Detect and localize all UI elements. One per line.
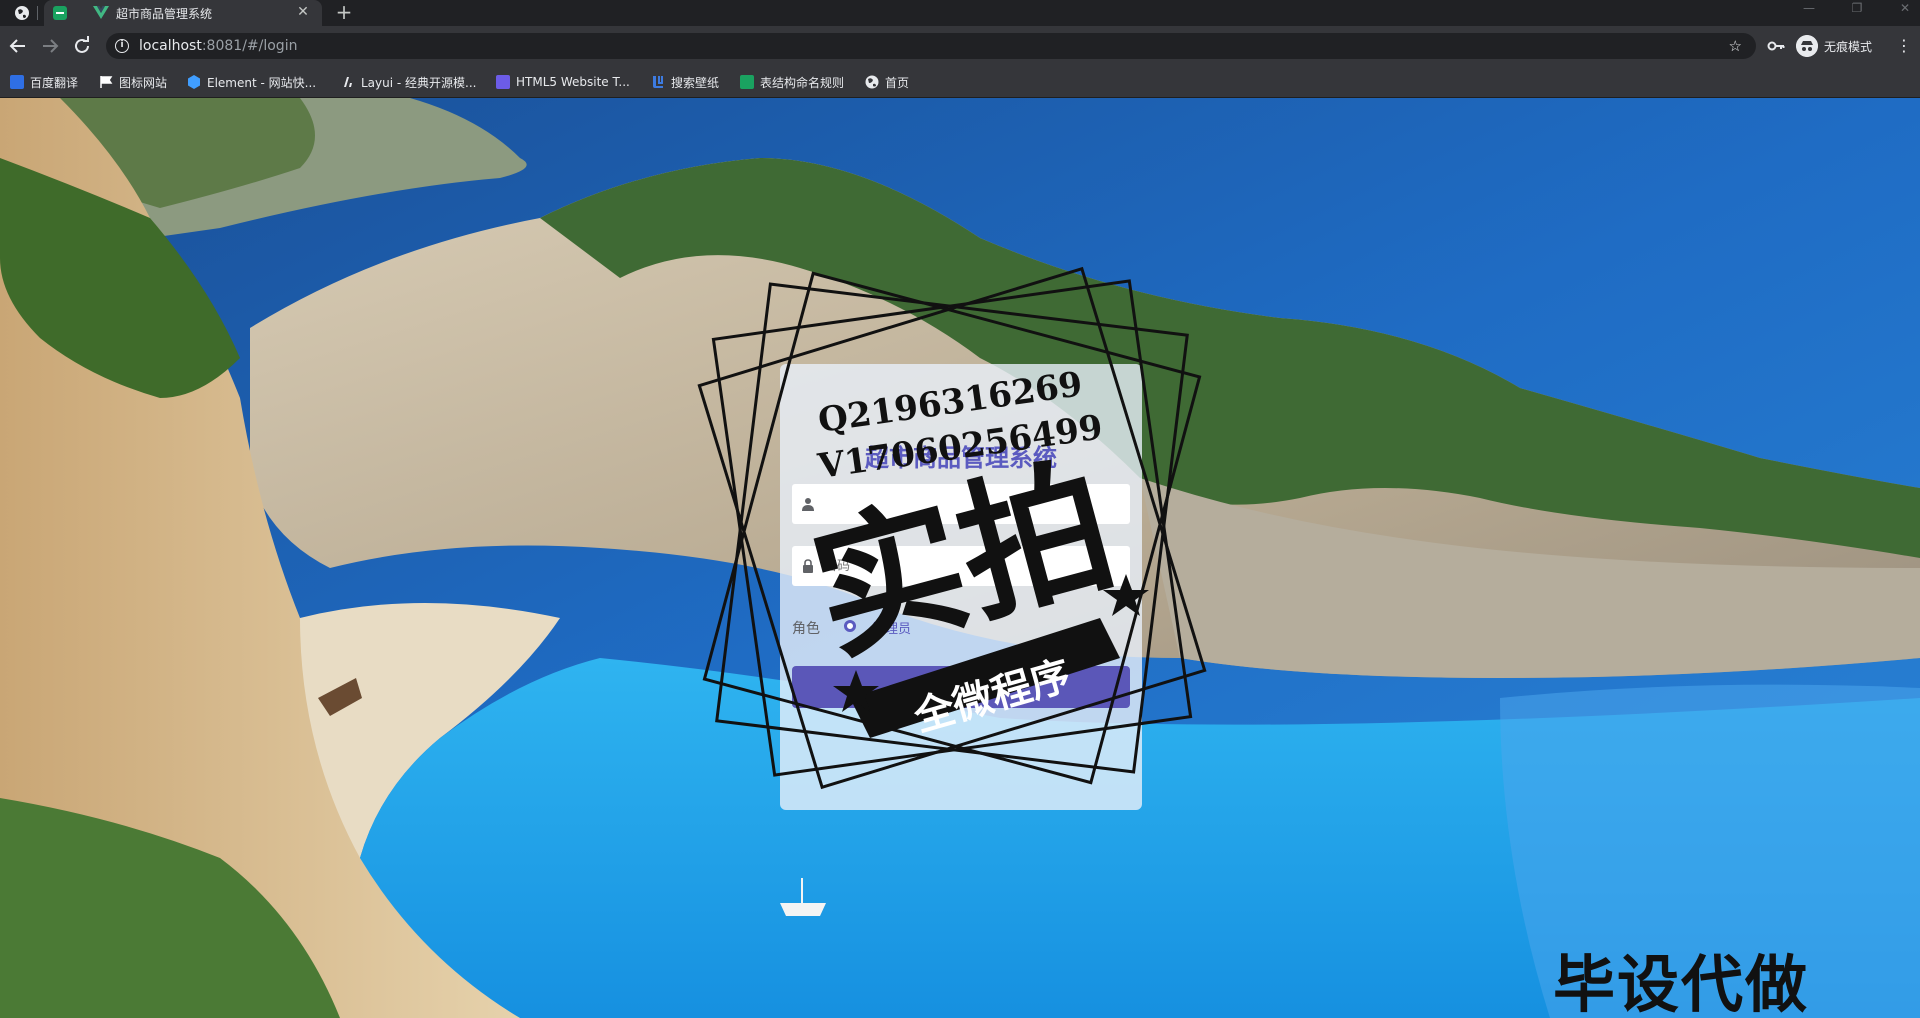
new-tab-button[interactable]: + xyxy=(333,1,355,23)
bookmark-baidu-translate[interactable]: 百度翻译 xyxy=(10,66,78,98)
address-bar[interactable]: i localhost:8081/#/login ☆ xyxy=(106,33,1756,59)
page-viewport: 超市商品管理系统 角色 管理员 登录 Q2196316269 V17060256… xyxy=(0,98,1920,1018)
tab-separator xyxy=(37,6,38,20)
minimize-window-button[interactable]: — xyxy=(1794,1,1824,19)
role-radio-admin[interactable] xyxy=(844,620,856,632)
bookmark-label: 首页 xyxy=(885,75,910,90)
element-icon xyxy=(188,75,200,89)
address-url: localhost:8081/#/login xyxy=(139,38,297,54)
close-window-button[interactable]: ✕ xyxy=(1890,1,1920,19)
bookmark-label: Layui - 经典开源模... xyxy=(361,75,477,90)
forward-icon[interactable] xyxy=(39,35,61,57)
sheet-icon xyxy=(740,75,754,89)
username-input[interactable] xyxy=(824,492,1114,516)
address-path: :8081/#/login xyxy=(201,38,298,54)
bookmark-label: 图标网站 xyxy=(119,75,168,90)
globe-icon xyxy=(865,75,879,89)
back-icon[interactable] xyxy=(7,35,29,57)
login-card: 超市商品管理系统 角色 管理员 登录 xyxy=(780,364,1142,810)
globe-icon[interactable] xyxy=(14,5,30,21)
bookmark-star-icon[interactable]: ☆ xyxy=(1729,37,1742,55)
login-button[interactable]: 登录 xyxy=(792,666,1130,708)
lock-icon xyxy=(803,559,813,573)
bookmark-home[interactable]: 首页 xyxy=(865,66,909,98)
browser-menu-icon[interactable]: ⋮ xyxy=(1896,36,1912,56)
html5-template-icon xyxy=(496,75,510,89)
password-field[interactable] xyxy=(792,546,1130,586)
browser-toolbar: i localhost:8081/#/login ☆ 无痕模式 ⋮ xyxy=(0,26,1920,66)
translate-icon xyxy=(10,75,24,89)
tab-close-icon[interactable]: ✕ xyxy=(294,3,312,21)
tab-strip: 超市商品管理系统 ✕ + — ❐ ✕ xyxy=(0,0,1920,26)
bookmark-layui[interactable]: Layui - 经典开源模... xyxy=(341,66,476,98)
bookmark-label: 搜索壁纸 xyxy=(671,75,720,90)
incognito-icon xyxy=(1796,35,1818,57)
role-option-admin[interactable]: 管理员 xyxy=(872,618,911,637)
bookmark-label: Element - 网站快... xyxy=(207,75,317,90)
restore-window-button[interactable]: ❐ xyxy=(1842,1,1872,19)
password-input[interactable] xyxy=(824,554,1114,578)
active-tab[interactable]: 超市商品管理系统 ✕ xyxy=(44,0,322,26)
address-host: localhost xyxy=(139,38,202,54)
flag-icon xyxy=(100,76,113,88)
bookmark-html5-template[interactable]: HTML5 Website T... xyxy=(496,66,630,98)
role-label: 角色 xyxy=(792,621,820,637)
user-icon xyxy=(802,498,814,511)
incognito-indicator[interactable]: 无痕模式 xyxy=(1796,35,1872,57)
bookmark-element[interactable]: Element - 网站快... xyxy=(187,66,316,98)
bookmarks-bar: 百度翻译 图标网站 Element - 网站快... Layui - 经典开源模… xyxy=(0,66,1920,98)
key-icon[interactable] xyxy=(1766,36,1786,56)
login-title: 超市商品管理系统 xyxy=(865,444,1057,472)
incognito-label: 无痕模式 xyxy=(1824,39,1873,54)
bookmark-label: 百度翻译 xyxy=(30,75,79,90)
bookmark-label: 表结构命名规则 xyxy=(760,75,845,90)
bookmark-icon-site[interactable]: 图标网站 xyxy=(99,66,167,98)
vue-favicon-icon xyxy=(93,6,109,19)
sheet-favicon-icon xyxy=(53,6,67,20)
layui-icon xyxy=(344,77,352,87)
site-info-icon[interactable]: i xyxy=(115,39,129,53)
bookmark-label: HTML5 Website T... xyxy=(516,75,630,89)
bookmark-wallpaper[interactable]: 搜索壁纸 xyxy=(651,66,719,98)
tab-title: 超市商品管理系统 xyxy=(116,7,213,21)
wallpaper-icon xyxy=(653,76,663,88)
reload-icon[interactable] xyxy=(71,35,93,57)
watermark-corner-text: 毕设代做 xyxy=(1553,948,1810,1018)
bookmark-naming-rules[interactable]: 表结构命名规则 xyxy=(740,66,844,98)
username-field[interactable] xyxy=(792,484,1130,524)
